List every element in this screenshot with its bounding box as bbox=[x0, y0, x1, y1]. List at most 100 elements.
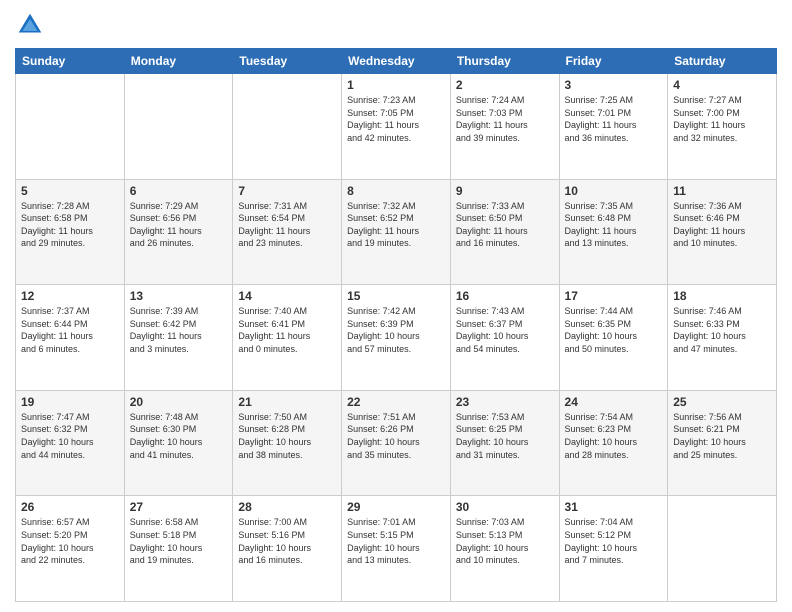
day-info: Sunrise: 6:58 AM Sunset: 5:18 PM Dayligh… bbox=[130, 516, 228, 566]
calendar-cell: 29 Sunrise: 7:01 AM Sunset: 5:15 PM Dayli… bbox=[342, 496, 451, 602]
day-info: Sunrise: 7:35 AM Sunset: 6:48 PM Dayligh… bbox=[565, 200, 663, 250]
day-number: 22 bbox=[347, 395, 445, 409]
logo-icon bbox=[15, 10, 45, 40]
day-number: 25 bbox=[673, 395, 771, 409]
calendar-cell: 12 Sunrise: 7:37 AM Sunset: 6:44 PM Dayli… bbox=[16, 285, 125, 391]
day-info: Sunrise: 7:28 AM Sunset: 6:58 PM Dayligh… bbox=[21, 200, 119, 250]
calendar-cell: 7 Sunrise: 7:31 AM Sunset: 6:54 PM Daylig… bbox=[233, 179, 342, 285]
day-number: 29 bbox=[347, 500, 445, 514]
day-info: Sunrise: 7:03 AM Sunset: 5:13 PM Dayligh… bbox=[456, 516, 554, 566]
day-info: Sunrise: 7:56 AM Sunset: 6:21 PM Dayligh… bbox=[673, 411, 771, 461]
day-number: 23 bbox=[456, 395, 554, 409]
day-info: Sunrise: 7:32 AM Sunset: 6:52 PM Dayligh… bbox=[347, 200, 445, 250]
day-number: 20 bbox=[130, 395, 228, 409]
calendar-cell: 11 Sunrise: 7:36 AM Sunset: 6:46 PM Dayli… bbox=[668, 179, 777, 285]
calendar-cell: 5 Sunrise: 7:28 AM Sunset: 6:58 PM Daylig… bbox=[16, 179, 125, 285]
calendar-cell: 17 Sunrise: 7:44 AM Sunset: 6:35 PM Dayli… bbox=[559, 285, 668, 391]
day-number: 10 bbox=[565, 184, 663, 198]
day-info: Sunrise: 7:50 AM Sunset: 6:28 PM Dayligh… bbox=[238, 411, 336, 461]
day-number: 31 bbox=[565, 500, 663, 514]
calendar-table: SundayMondayTuesdayWednesdayThursdayFrid… bbox=[15, 48, 777, 602]
day-info: Sunrise: 7:24 AM Sunset: 7:03 PM Dayligh… bbox=[456, 94, 554, 144]
calendar-week-row: 26Sunrise: 6:57 AM Sunset: 5:20 PM Dayli… bbox=[16, 496, 777, 602]
calendar-cell: 4 Sunrise: 7:27 AM Sunset: 7:00 PM Daylig… bbox=[668, 74, 777, 180]
calendar-cell: 26Sunrise: 6:57 AM Sunset: 5:20 PM Dayli… bbox=[16, 496, 125, 602]
day-number: 7 bbox=[238, 184, 336, 198]
calendar-weekday-friday: Friday bbox=[559, 49, 668, 74]
day-info: Sunrise: 7:37 AM Sunset: 6:44 PM Dayligh… bbox=[21, 305, 119, 355]
day-number: 14 bbox=[238, 289, 336, 303]
day-number: 13 bbox=[130, 289, 228, 303]
calendar-cell: 25 Sunrise: 7:56 AM Sunset: 6:21 PM Dayli… bbox=[668, 390, 777, 496]
calendar-cell: 28 Sunrise: 7:00 AM Sunset: 5:16 PM Dayli… bbox=[233, 496, 342, 602]
calendar-weekday-sunday: Sunday bbox=[16, 49, 125, 74]
day-number: 24 bbox=[565, 395, 663, 409]
day-number: 16 bbox=[456, 289, 554, 303]
calendar-week-row: 5 Sunrise: 7:28 AM Sunset: 6:58 PM Daylig… bbox=[16, 179, 777, 285]
logo bbox=[15, 10, 49, 40]
day-info: Sunrise: 7:33 AM Sunset: 6:50 PM Dayligh… bbox=[456, 200, 554, 250]
day-number: 11 bbox=[673, 184, 771, 198]
day-info: Sunrise: 7:53 AM Sunset: 6:25 PM Dayligh… bbox=[456, 411, 554, 461]
day-number: 4 bbox=[673, 78, 771, 92]
calendar-cell: 27Sunrise: 6:58 AM Sunset: 5:18 PM Dayli… bbox=[124, 496, 233, 602]
day-info: Sunrise: 7:01 AM Sunset: 5:15 PM Dayligh… bbox=[347, 516, 445, 566]
day-info: Sunrise: 7:27 AM Sunset: 7:00 PM Dayligh… bbox=[673, 94, 771, 144]
day-number: 15 bbox=[347, 289, 445, 303]
day-info: Sunrise: 6:57 AM Sunset: 5:20 PM Dayligh… bbox=[21, 516, 119, 566]
day-number: 5 bbox=[21, 184, 119, 198]
day-number: 9 bbox=[456, 184, 554, 198]
calendar-cell bbox=[668, 496, 777, 602]
day-info: Sunrise: 7:25 AM Sunset: 7:01 PM Dayligh… bbox=[565, 94, 663, 144]
calendar-cell: 21Sunrise: 7:50 AM Sunset: 6:28 PM Dayli… bbox=[233, 390, 342, 496]
calendar-cell: 30 Sunrise: 7:03 AM Sunset: 5:13 PM Dayli… bbox=[450, 496, 559, 602]
day-info: Sunrise: 7:00 AM Sunset: 5:16 PM Dayligh… bbox=[238, 516, 336, 566]
day-number: 19 bbox=[21, 395, 119, 409]
calendar-cell: 14Sunrise: 7:40 AM Sunset: 6:41 PM Dayli… bbox=[233, 285, 342, 391]
calendar-cell bbox=[16, 74, 125, 180]
day-number: 18 bbox=[673, 289, 771, 303]
calendar-weekday-saturday: Saturday bbox=[668, 49, 777, 74]
calendar-cell: 6 Sunrise: 7:29 AM Sunset: 6:56 PM Daylig… bbox=[124, 179, 233, 285]
day-info: Sunrise: 7:29 AM Sunset: 6:56 PM Dayligh… bbox=[130, 200, 228, 250]
calendar-weekday-thursday: Thursday bbox=[450, 49, 559, 74]
day-info: Sunrise: 7:44 AM Sunset: 6:35 PM Dayligh… bbox=[565, 305, 663, 355]
day-number: 6 bbox=[130, 184, 228, 198]
day-number: 1 bbox=[347, 78, 445, 92]
page: SundayMondayTuesdayWednesdayThursdayFrid… bbox=[0, 0, 792, 612]
header bbox=[15, 10, 777, 40]
day-info: Sunrise: 7:36 AM Sunset: 6:46 PM Dayligh… bbox=[673, 200, 771, 250]
calendar-header-row: SundayMondayTuesdayWednesdayThursdayFrid… bbox=[16, 49, 777, 74]
day-info: Sunrise: 7:23 AM Sunset: 7:05 PM Dayligh… bbox=[347, 94, 445, 144]
calendar-cell: 3 Sunrise: 7:25 AM Sunset: 7:01 PM Daylig… bbox=[559, 74, 668, 180]
day-info: Sunrise: 7:39 AM Sunset: 6:42 PM Dayligh… bbox=[130, 305, 228, 355]
calendar-cell bbox=[124, 74, 233, 180]
calendar-weekday-monday: Monday bbox=[124, 49, 233, 74]
day-info: Sunrise: 7:43 AM Sunset: 6:37 PM Dayligh… bbox=[456, 305, 554, 355]
day-info: Sunrise: 7:54 AM Sunset: 6:23 PM Dayligh… bbox=[565, 411, 663, 461]
calendar-cell: 15 Sunrise: 7:42 AM Sunset: 6:39 PM Dayli… bbox=[342, 285, 451, 391]
calendar-week-row: 1 Sunrise: 7:23 AM Sunset: 7:05 PM Daylig… bbox=[16, 74, 777, 180]
calendar-cell: 22Sunrise: 7:51 AM Sunset: 6:26 PM Dayli… bbox=[342, 390, 451, 496]
day-info: Sunrise: 7:48 AM Sunset: 6:30 PM Dayligh… bbox=[130, 411, 228, 461]
calendar-cell: 16 Sunrise: 7:43 AM Sunset: 6:37 PM Dayli… bbox=[450, 285, 559, 391]
day-info: Sunrise: 7:42 AM Sunset: 6:39 PM Dayligh… bbox=[347, 305, 445, 355]
calendar-cell: 23 Sunrise: 7:53 AM Sunset: 6:25 PM Dayli… bbox=[450, 390, 559, 496]
calendar-cell: 19 Sunrise: 7:47 AM Sunset: 6:32 PM Dayli… bbox=[16, 390, 125, 496]
calendar-weekday-tuesday: Tuesday bbox=[233, 49, 342, 74]
day-number: 12 bbox=[21, 289, 119, 303]
calendar-cell: 10 Sunrise: 7:35 AM Sunset: 6:48 PM Dayli… bbox=[559, 179, 668, 285]
calendar-cell: 13 Sunrise: 7:39 AM Sunset: 6:42 PM Dayli… bbox=[124, 285, 233, 391]
day-number: 28 bbox=[238, 500, 336, 514]
calendar-cell bbox=[233, 74, 342, 180]
calendar-weekday-wednesday: Wednesday bbox=[342, 49, 451, 74]
day-info: Sunrise: 7:47 AM Sunset: 6:32 PM Dayligh… bbox=[21, 411, 119, 461]
calendar-cell: 18Sunrise: 7:46 AM Sunset: 6:33 PM Dayli… bbox=[668, 285, 777, 391]
day-number: 3 bbox=[565, 78, 663, 92]
day-info: Sunrise: 7:04 AM Sunset: 5:12 PM Dayligh… bbox=[565, 516, 663, 566]
day-info: Sunrise: 7:31 AM Sunset: 6:54 PM Dayligh… bbox=[238, 200, 336, 250]
day-number: 30 bbox=[456, 500, 554, 514]
calendar-cell: 20 Sunrise: 7:48 AM Sunset: 6:30 PM Dayli… bbox=[124, 390, 233, 496]
day-number: 17 bbox=[565, 289, 663, 303]
calendar-week-row: 12 Sunrise: 7:37 AM Sunset: 6:44 PM Dayli… bbox=[16, 285, 777, 391]
